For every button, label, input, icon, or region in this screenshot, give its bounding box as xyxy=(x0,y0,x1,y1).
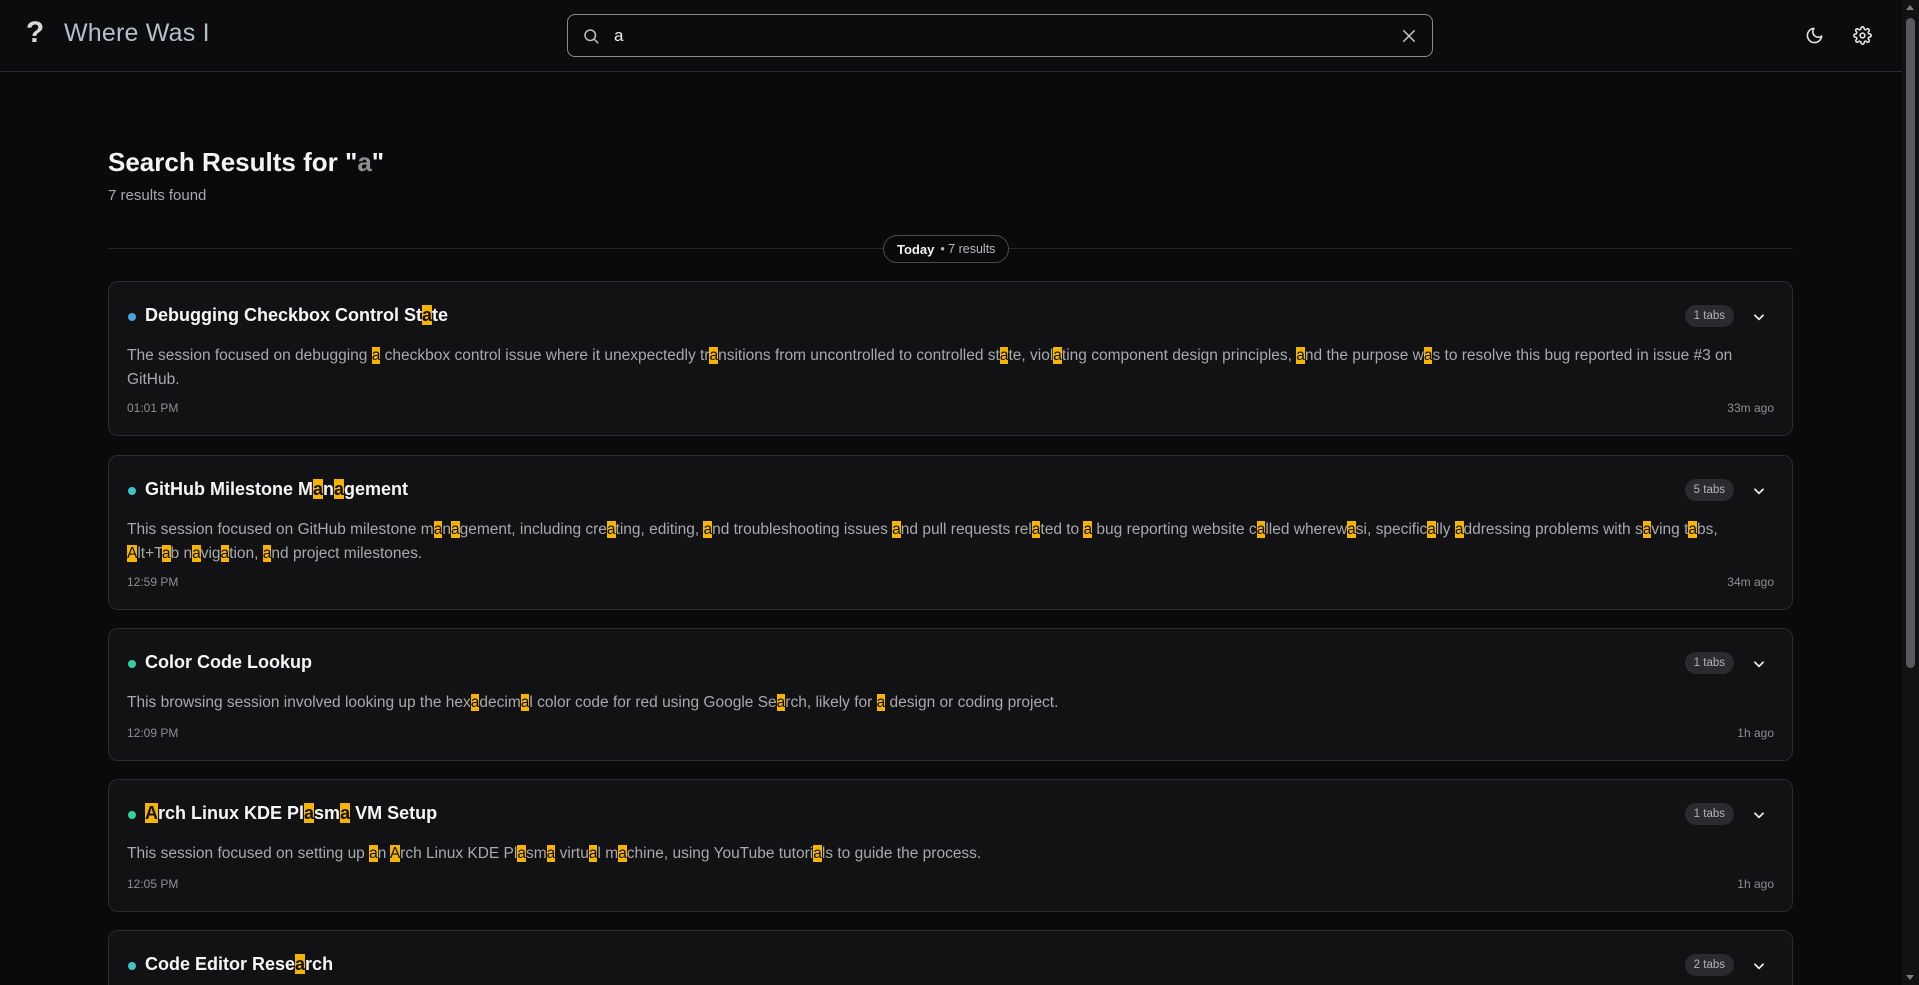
tab-count-badge: 2 tabs xyxy=(1684,954,1734,976)
search-icon xyxy=(584,28,599,43)
session-title[interactable]: Debugging Checkbox Control State xyxy=(145,305,448,326)
session-dot xyxy=(128,962,136,970)
results-count: 7 results found xyxy=(108,187,207,204)
session-dot xyxy=(128,811,136,819)
session-card[interactable]: GitHub Milestone Management 5 tabs This … xyxy=(108,455,1793,610)
tab-count-badge: 5 tabs xyxy=(1684,479,1734,501)
chevron-down-icon xyxy=(1754,963,1764,970)
session-relative-time: 34m ago xyxy=(1727,575,1774,589)
search-input[interactable] xyxy=(614,25,1400,46)
app-header: ? Where Was I xyxy=(0,0,1902,72)
day-label: Today xyxy=(897,241,935,257)
results-title: Search Results for "a" xyxy=(108,147,385,177)
chevron-down-icon xyxy=(1754,661,1764,668)
question-mark-icon: ? xyxy=(25,16,45,49)
expand-session-button[interactable] xyxy=(1750,482,1768,500)
theme-toggle-button[interactable] xyxy=(1801,22,1827,48)
chevron-down-icon xyxy=(1754,488,1764,495)
session-summary: The session focused on debugging a check… xyxy=(127,347,1733,388)
tab-count-badge: 1 tabs xyxy=(1684,305,1734,327)
settings-button[interactable] xyxy=(1849,22,1875,48)
session-title[interactable]: Color Code Lookup xyxy=(145,652,312,673)
search-bar xyxy=(567,14,1433,57)
tab-count-badge: 1 tabs xyxy=(1684,652,1734,674)
session-time: 01:01 PM xyxy=(127,401,179,415)
session-title[interactable]: GitHub Milestone Management xyxy=(145,479,408,500)
session-relative-time: 1h ago xyxy=(1737,877,1774,891)
session-relative-time: 1h ago xyxy=(1737,726,1774,740)
session-time: 12:59 PM xyxy=(127,575,179,589)
session-relative-time: 33m ago xyxy=(1727,401,1774,415)
session-title[interactable]: Arch Linux KDE Plasma VM Setup xyxy=(145,803,437,824)
session-title[interactable]: Code Editor Research xyxy=(145,954,333,975)
session-summary: This session focused on GitHub milestone… xyxy=(127,521,1718,562)
session-card[interactable]: Debugging Checkbox Control State 1 tabs … xyxy=(108,281,1793,436)
moon-icon xyxy=(1806,27,1822,43)
chevron-down-icon xyxy=(1754,314,1764,321)
app-logo[interactable]: ? Where Was I xyxy=(24,18,210,48)
session-card[interactable]: Code Editor Research 2 tabs xyxy=(108,930,1793,985)
session-summary: This browsing session involved looking u… xyxy=(127,694,1059,711)
tab-count-badge: 1 tabs xyxy=(1684,803,1734,825)
session-card[interactable]: Color Code Lookup 1 tabs This browsing s… xyxy=(108,628,1793,761)
expand-session-button[interactable] xyxy=(1750,806,1768,824)
gear-icon xyxy=(1852,25,1872,45)
page-scrollbar[interactable] xyxy=(1902,0,1919,985)
session-dot xyxy=(128,660,136,668)
session-time: 12:09 PM xyxy=(127,726,179,740)
chevron-down-icon xyxy=(1754,812,1764,819)
app-title: Where Was I xyxy=(64,18,210,47)
day-count: • 7 results xyxy=(940,242,996,256)
scroll-up-arrow-icon[interactable] xyxy=(1906,5,1914,10)
session-card[interactable]: Arch Linux KDE Plasma VM Setup 1 tabs Th… xyxy=(108,779,1793,912)
expand-session-button[interactable] xyxy=(1750,957,1768,975)
session-dot xyxy=(128,487,136,495)
session-time: 12:05 PM xyxy=(127,877,179,891)
expand-session-button[interactable] xyxy=(1750,308,1768,326)
session-summary: This session focused on setting up an Ar… xyxy=(127,845,982,862)
expand-session-button[interactable] xyxy=(1750,655,1768,673)
day-group-badge: Today • 7 results xyxy=(883,235,1010,263)
scrollbar-thumb[interactable] xyxy=(1906,18,1915,668)
clear-search-icon[interactable] xyxy=(1400,27,1418,45)
scroll-down-arrow-icon[interactable] xyxy=(1906,975,1914,980)
session-dot xyxy=(128,313,136,321)
